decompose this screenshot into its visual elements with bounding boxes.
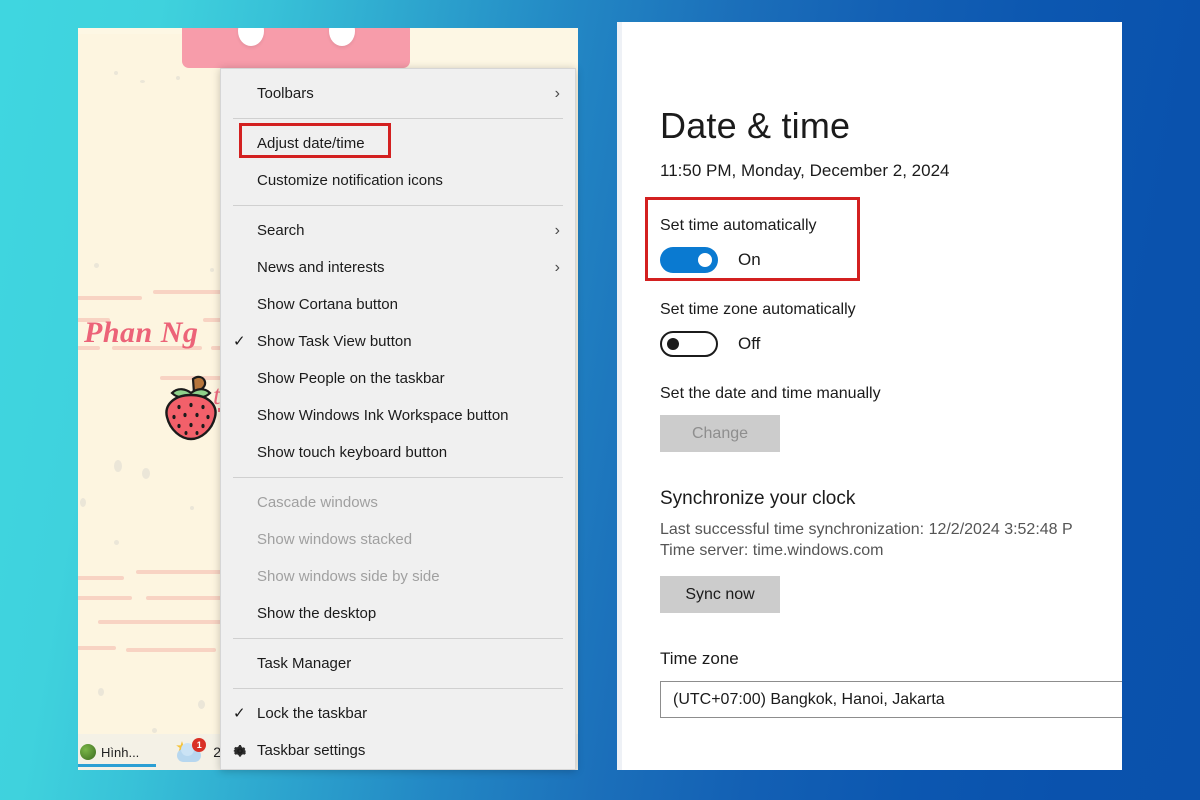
menu-item-label: Cascade windows <box>257 494 378 511</box>
menu-item-label: Show touch keyboard button <box>257 444 448 461</box>
menu-separator <box>233 688 563 689</box>
set-time-automatically-state: On <box>738 250 761 269</box>
chevron-right-icon: › <box>554 258 560 276</box>
menu-item-search[interactable]: Search › <box>221 212 575 249</box>
time-zone-select[interactable]: (UTC+07:00) Bangkok, Hanoi, Jakarta <box>660 681 1122 718</box>
toggle-knob <box>667 338 679 350</box>
doc-speck <box>80 498 86 507</box>
menu-item-label: Adjust date/time <box>257 135 365 152</box>
date-and-time-settings-panel: Date & time 11:50 PM, Monday, December 2… <box>617 22 1122 770</box>
menu-item-label: Show the desktop <box>257 605 377 622</box>
doc-speck <box>140 80 145 83</box>
toggle-knob <box>698 253 712 267</box>
taskbar-active-indicator <box>78 764 156 767</box>
time-server-text: Time server: time.windows.com <box>660 542 884 559</box>
menu-item-label: Customize notification icons <box>257 172 443 189</box>
change-button: Change <box>660 415 780 452</box>
menu-item-label: Search <box>257 222 305 239</box>
time-zone-label: Time zone <box>660 649 739 668</box>
doc-speck <box>210 268 214 272</box>
menu-item-label: News and interests <box>257 259 385 276</box>
menu-item-label: Show People on the taskbar <box>257 370 445 387</box>
doc-speck <box>114 71 118 75</box>
menu-separator <box>233 477 563 478</box>
menu-item-show-the-desktop[interactable]: Show the desktop <box>221 595 575 632</box>
menu-item-news-and-interests[interactable]: News and interests › <box>221 249 575 286</box>
cloud-star-icon[interactable]: ★ 1 <box>175 738 207 764</box>
doc-speck <box>190 506 194 510</box>
time-zone-value: (UTC+07:00) Bangkok, Hanoi, Jakarta <box>673 690 945 708</box>
taskbar-context-menu[interactable]: Toolbars › Adjust date/time Customize no… <box>220 68 576 770</box>
menu-item-label: Show Cortana button <box>257 296 398 313</box>
menu-item-show-cortana-button[interactable]: Show Cortana button <box>221 286 575 323</box>
checkmark-icon: ✓ <box>233 333 246 350</box>
doc-scribble <box>78 576 124 580</box>
doc-scribble <box>126 648 216 652</box>
doc-speck <box>142 468 150 479</box>
doc-speck <box>114 540 119 545</box>
set-time-automatically-row[interactable]: On <box>660 247 1122 273</box>
menu-separator <box>233 118 563 119</box>
checkmark-icon: ✓ <box>233 705 246 722</box>
menu-item-taskbar-settings[interactable]: Taskbar settings <box>221 732 575 769</box>
menu-item-lock-the-taskbar[interactable]: ✓ Lock the taskbar <box>221 695 575 732</box>
menu-item-toolbars[interactable]: Toolbars › <box>221 75 575 112</box>
set-timezone-automatically-state: Off <box>738 334 761 353</box>
last-sync-text: Last successful time synchronization: 12… <box>660 521 1073 538</box>
menu-item-label: Taskbar settings <box>257 742 366 759</box>
menu-separator <box>233 638 563 639</box>
doc-speck <box>94 263 99 268</box>
doc-speck <box>176 76 180 80</box>
menu-item-label: Show windows side by side <box>257 568 440 585</box>
doc-scribble <box>78 646 116 650</box>
menu-item-adjust-date-time[interactable]: Adjust date/time <box>221 125 575 162</box>
doc-speck <box>98 688 104 696</box>
set-timezone-automatically-row[interactable]: Off <box>660 331 1122 357</box>
notification-badge: 1 <box>192 738 207 752</box>
set-timezone-automatically-toggle[interactable] <box>660 331 718 357</box>
set-date-time-manually-label: Set the date and time manually <box>660 385 881 402</box>
taskbar-app-label[interactable]: Hình... <box>101 745 139 760</box>
menu-item-show-windows-stacked: Show windows stacked <box>221 521 575 558</box>
doc-speck <box>152 728 157 733</box>
page-title: Date & time <box>660 105 851 146</box>
doc-scribble <box>78 296 142 300</box>
doc-scribble <box>78 596 132 600</box>
menu-item-show-people-on-the-taskbar[interactable]: Show People on the taskbar <box>221 360 575 397</box>
menu-item-label: Show Windows Ink Workspace button <box>257 407 509 424</box>
menu-item-task-manager[interactable]: Task Manager <box>221 645 575 682</box>
current-datetime: 11:50 PM, Monday, December 2, 2024 <box>660 161 950 180</box>
menu-item-label: Lock the taskbar <box>257 705 368 722</box>
doc-title: Phan Ng <box>84 316 199 349</box>
menu-item-customize-notification-icons[interactable]: Customize notification icons <box>221 162 575 199</box>
taskbar-app-icon[interactable] <box>80 744 96 760</box>
menu-item-label: Show windows stacked <box>257 531 413 548</box>
doc-pink-banner <box>182 28 410 68</box>
menu-item-show-windows-ink-workspace-button[interactable]: Show Windows Ink Workspace button <box>221 397 575 434</box>
menu-separator <box>233 205 563 206</box>
gear-icon <box>233 744 246 757</box>
chevron-right-icon: › <box>554 221 560 239</box>
doc-speck <box>198 700 205 709</box>
set-time-automatically-toggle[interactable] <box>660 247 718 273</box>
menu-item-label: Task Manager <box>257 655 352 672</box>
set-timezone-automatically-label: Set time zone automatically <box>660 301 856 318</box>
menu-item-label: Toolbars <box>257 85 314 102</box>
chevron-right-icon: › <box>554 84 560 102</box>
menu-item-show-touch-keyboard-button[interactable]: Show touch keyboard button <box>221 434 575 471</box>
menu-item-label: Show Task View button <box>257 333 412 350</box>
doc-speck <box>114 460 122 472</box>
menu-item-cascade-windows: Cascade windows <box>221 484 575 521</box>
menu-item-show-windows-side-by-side: Show windows side by side <box>221 558 575 595</box>
synchronize-clock-heading: Synchronize your clock <box>660 488 856 509</box>
set-time-automatically-label: Set time automatically <box>660 217 817 234</box>
sync-now-button[interactable]: Sync now <box>660 576 780 613</box>
menu-item-show-task-view-button[interactable]: ✓ Show Task View button <box>221 323 575 360</box>
